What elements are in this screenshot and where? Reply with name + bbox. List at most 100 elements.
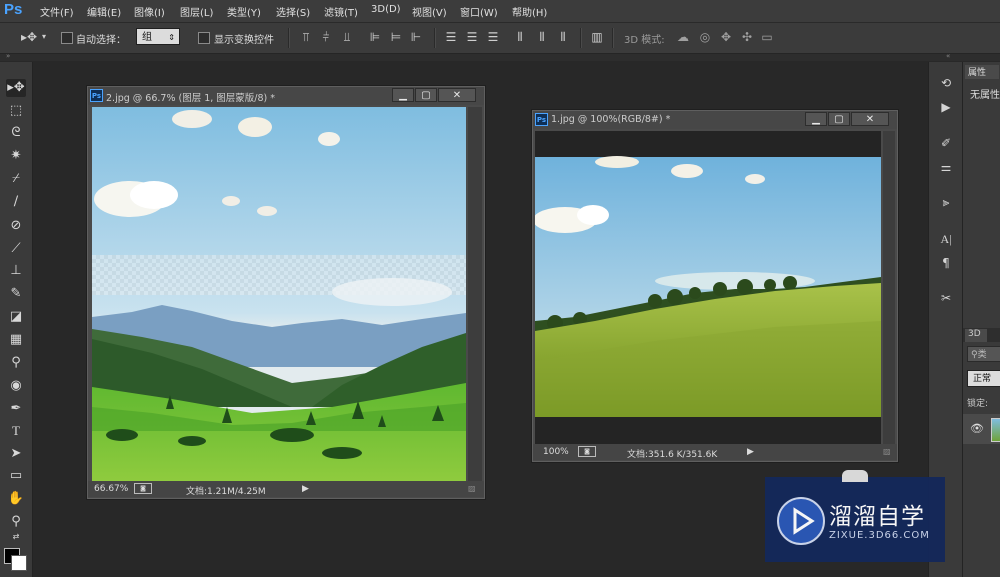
- brush-icon[interactable]: ⟋: [6, 240, 26, 258]
- eye-visibility-icon[interactable]: 👁: [970, 422, 984, 435]
- eraser-icon[interactable]: ◪: [6, 308, 26, 326]
- menu-window[interactable]: 窗口(W): [460, 4, 498, 19]
- tool-presets-icon[interactable]: ✂: [936, 289, 956, 307]
- path-select-icon[interactable]: ➤: [6, 445, 26, 463]
- show-transform-checkbox[interactable]: [198, 32, 210, 44]
- resize-grip-icon[interactable]: ▨: [468, 484, 476, 493]
- eyedropper-icon[interactable]: ∕: [6, 193, 26, 211]
- menu-3d[interactable]: 3D(D): [371, 4, 401, 15]
- align-hcenter-icon[interactable]: ⊨: [389, 30, 403, 44]
- marquee-icon[interactable]: ⬚: [6, 102, 26, 120]
- adjustments-icon[interactable]: ⚌: [936, 158, 956, 176]
- brush-preset-icon[interactable]: ✐: [936, 134, 956, 152]
- align-left-icon[interactable]: ⊫: [368, 30, 382, 44]
- zoom-level[interactable]: 66.67%: [94, 484, 128, 494]
- menu-image[interactable]: 图像(I): [134, 4, 165, 19]
- distribute-bottom-icon[interactable]: ☰: [486, 30, 500, 44]
- menu-view[interactable]: 视图(V): [412, 4, 447, 19]
- close-button[interactable]: ✕: [438, 88, 476, 102]
- stamp-icon[interactable]: ⊥: [6, 262, 26, 280]
- distribute-left-icon[interactable]: ⫴: [513, 30, 527, 44]
- align-right-icon[interactable]: ⊩: [409, 30, 423, 44]
- character-icon[interactable]: A|: [936, 230, 956, 248]
- tab-properties[interactable]: 属性: [965, 65, 999, 79]
- status-menu-arrow-icon[interactable]: ▶: [747, 447, 754, 457]
- status-menu-arrow-icon[interactable]: ▶: [302, 484, 309, 494]
- actions-play-icon[interactable]: ▶: [936, 98, 956, 116]
- zoom-level[interactable]: 100%: [543, 447, 569, 457]
- expand-icon[interactable]: «: [946, 52, 950, 60]
- document-window-2[interactable]: Ps 2.jpg @ 66.7% (图层 1, 图层蒙版/8) * ▁ ▢ ✕: [87, 86, 485, 499]
- layer-filter-search[interactable]: ⚲类: [967, 346, 1000, 362]
- rectangle-icon[interactable]: ▭: [6, 467, 26, 485]
- background-color-swatch[interactable]: [11, 555, 27, 571]
- rotate-3d-icon[interactable]: ☁: [676, 30, 690, 44]
- history-icon[interactable]: ⟲: [936, 74, 956, 92]
- document-info: 文档:1.21M/4.25M: [186, 487, 266, 497]
- auto-select-dropdown[interactable]: 组 ⇕: [136, 28, 180, 45]
- search-icon: ⚲: [971, 350, 978, 360]
- menu-edit[interactable]: 编辑(E): [87, 4, 121, 19]
- vertical-scrollbar[interactable]: [883, 131, 895, 445]
- scale-3d-icon[interactable]: ▭: [760, 30, 774, 44]
- collapse-icon[interactable]: »: [6, 52, 10, 60]
- crop-icon[interactable]: ⌿: [6, 170, 26, 188]
- align-bottom-icon[interactable]: ⫫: [340, 30, 354, 44]
- dodge-icon[interactable]: ◉: [6, 377, 26, 395]
- swap-colors-icon[interactable]: ⇄: [6, 532, 26, 542]
- status-bar: 66.67% ◙ 文档:1.21M/4.25M ▶ ▨: [88, 481, 484, 497]
- type-icon[interactable]: T: [6, 422, 26, 440]
- slide-3d-icon[interactable]: ✣: [740, 30, 754, 44]
- gradient-icon[interactable]: ▦: [6, 331, 26, 349]
- menu-file[interactable]: 文件(F): [40, 4, 74, 19]
- distribute-vcenter-icon[interactable]: ☰: [465, 30, 479, 44]
- menu-type[interactable]: 类型(Y): [227, 4, 261, 19]
- auto-align-icon[interactable]: ▥: [590, 30, 604, 44]
- align-top-icon[interactable]: ⫪: [299, 30, 313, 44]
- minimize-button[interactable]: ▁: [805, 112, 827, 126]
- blend-mode-dropdown[interactable]: 正常: [967, 370, 1000, 387]
- divider: [612, 28, 614, 48]
- distribute-hcenter-icon[interactable]: ⫴: [535, 30, 549, 44]
- paths-icon[interactable]: ⫸: [936, 193, 956, 211]
- chevron-down-icon[interactable]: ▾: [40, 30, 48, 44]
- paragraph-icon[interactable]: ¶: [936, 254, 956, 272]
- divider: [288, 28, 290, 48]
- distribute-right-icon[interactable]: ⫴: [556, 30, 570, 44]
- magic-wand-icon[interactable]: ✷: [6, 147, 26, 165]
- resize-grip-icon[interactable]: ▨: [883, 447, 891, 456]
- close-button[interactable]: ✕: [851, 112, 889, 126]
- lasso-icon[interactable]: ᘓ: [6, 124, 26, 142]
- pen-icon[interactable]: ✒: [6, 400, 26, 418]
- maximize-button[interactable]: ▢: [415, 88, 437, 102]
- hand-icon[interactable]: ✋: [6, 490, 26, 508]
- move-tool-preset-icon[interactable]: ▸✥: [18, 30, 40, 44]
- photoshop-logo: Ps: [4, 1, 23, 18]
- document-titlebar[interactable]: Ps 1.jpg @ 100%(RGB/8#) * ▁ ▢ ✕: [533, 111, 897, 129]
- document-window-1[interactable]: Ps 1.jpg @ 100%(RGB/8#) * ▁ ▢ ✕ 100% ◙ 文…: [532, 110, 898, 462]
- canvas[interactable]: [92, 107, 466, 481]
- pan-3d-icon[interactable]: ✥: [719, 30, 733, 44]
- menu-layer[interactable]: 图层(L): [180, 4, 213, 19]
- ps-document-icon: Ps: [90, 89, 103, 102]
- menu-select[interactable]: 选择(S): [276, 4, 310, 19]
- minimize-button[interactable]: ▁: [392, 88, 414, 102]
- canvas[interactable]: [535, 131, 881, 445]
- align-vcenter-icon[interactable]: ⫩: [319, 30, 333, 44]
- layer-row[interactable]: 👁: [963, 414, 1000, 444]
- watermark-ears: [842, 470, 868, 482]
- vertical-scrollbar[interactable]: [468, 107, 482, 481]
- zoom-icon[interactable]: ⚲: [6, 513, 26, 531]
- document-titlebar[interactable]: Ps 2.jpg @ 66.7% (图层 1, 图层蒙版/8) * ▁ ▢ ✕: [88, 87, 484, 105]
- move-icon[interactable]: ▸✥: [6, 79, 26, 97]
- tab-3d[interactable]: 3D: [965, 329, 987, 342]
- menu-help[interactable]: 帮助(H): [512, 4, 547, 19]
- distribute-top-icon[interactable]: ☰: [444, 30, 458, 44]
- healing-brush-icon[interactable]: ⊘: [6, 217, 26, 235]
- menu-filter[interactable]: 滤镜(T): [324, 4, 358, 19]
- roll-3d-icon[interactable]: ◎: [698, 30, 712, 44]
- auto-select-checkbox[interactable]: [61, 32, 73, 44]
- blur-icon[interactable]: ⚲: [6, 354, 26, 372]
- history-brush-icon[interactable]: ✎: [6, 285, 26, 303]
- maximize-button[interactable]: ▢: [828, 112, 850, 126]
